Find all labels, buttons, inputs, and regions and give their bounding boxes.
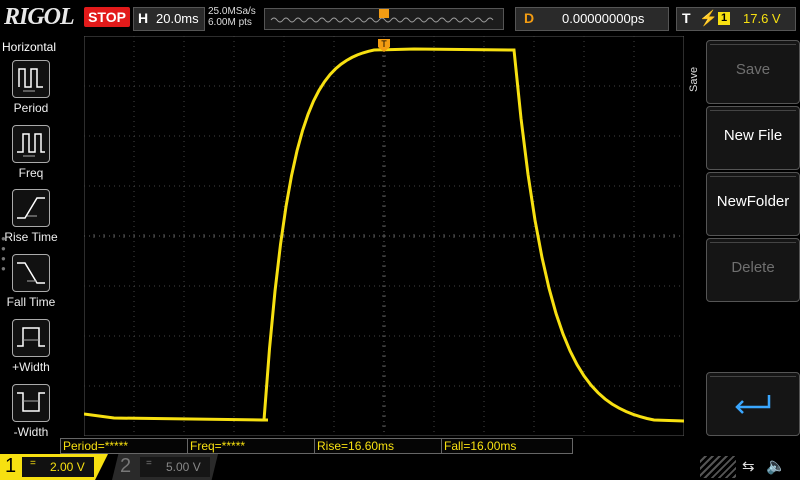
- measure-fall-result[interactable]: Fall=16.00ms: [441, 438, 573, 454]
- measure-period-button[interactable]: Period: [4, 60, 58, 122]
- trigger-marker-label: T: [381, 39, 387, 49]
- menu-title: Horizontal: [2, 40, 57, 54]
- new-folder-label: NewFolder: [716, 193, 790, 210]
- delay-box[interactable]: D 0.00000000ps: [515, 7, 669, 31]
- speaker-muted-icon[interactable]: 🔈: [766, 456, 786, 476]
- measurement-bar: Period=***** Freq=***** Rise=16.60ms Fal…: [60, 438, 800, 454]
- delay-value: 0.00000000ps: [562, 11, 645, 26]
- negative-width-label: -Width: [13, 425, 49, 439]
- fall-time-icon: [12, 254, 50, 292]
- channel-1-coupling: =: [30, 458, 36, 469]
- timebase-value: 20.0ms: [156, 11, 199, 26]
- channel-2-settings: = 5.00 V: [140, 457, 210, 477]
- waveform-grid: T1: [84, 36, 684, 436]
- return-button[interactable]: [706, 372, 800, 436]
- save-menu-title: Save: [688, 66, 700, 92]
- new-folder-button[interactable]: NewFolder: [706, 172, 800, 236]
- freq-label: Freq: [18, 166, 44, 180]
- memory-depth: 6.00M pts: [208, 17, 252, 28]
- channel-2-number: 2: [120, 455, 132, 477]
- channel-2-scale: 5.00 V: [166, 460, 201, 474]
- trigger-position-marker: [379, 9, 389, 18]
- measure-negative-width-button[interactable]: -Width: [4, 384, 58, 446]
- save-button[interactable]: Save: [706, 40, 800, 104]
- channel-2-coupling: =: [146, 458, 152, 469]
- channel-1-scale: 2.00 V: [50, 460, 85, 474]
- trigger-box[interactable]: T ⚡ 1 17.6 V: [676, 7, 796, 31]
- horizontal-label: H: [138, 10, 149, 26]
- measure-positive-width-button[interactable]: +Width: [4, 319, 58, 381]
- period-label: Period: [13, 101, 49, 115]
- channel-2-tab[interactable]: 2 = 5.00 V: [112, 454, 218, 480]
- delete-button[interactable]: Delete: [706, 238, 800, 302]
- delete-label: Delete: [731, 259, 775, 276]
- negative-width-icon: [12, 384, 50, 422]
- measure-freq-button[interactable]: Freq: [4, 125, 58, 187]
- memory-overview-strip: [264, 8, 504, 30]
- run-stop-indicator[interactable]: STOP: [84, 7, 130, 27]
- save-menu: Save Save New File NewFolder Delete: [686, 36, 800, 440]
- usb-icon: ⇆: [742, 458, 755, 475]
- memory-waveform-overview: [270, 9, 494, 23]
- rise-time-label: Rise Time: [4, 230, 58, 244]
- decorative-stripes: [700, 456, 736, 478]
- top-status-bar: RIGOL STOP H 20.0ms 25.0MSa/s 6.00M pts …: [0, 0, 800, 36]
- new-file-button[interactable]: New File: [706, 106, 800, 170]
- delay-label: D: [524, 10, 535, 26]
- trigger-source: 1: [718, 12, 730, 25]
- fall-time-label: Fall Time: [6, 295, 56, 309]
- timebase-box[interactable]: H 20.0ms: [133, 7, 205, 31]
- period-icon: [12, 60, 50, 98]
- channel-1-tab[interactable]: 1 = 2.00 V: [0, 454, 108, 480]
- save-button-label: Save: [735, 61, 771, 78]
- measure-fall-time-button[interactable]: Fall Time: [4, 254, 58, 316]
- horizontal-measure-menu: Horizontal Period Freq Rise Time Fall Ti…: [0, 36, 60, 440]
- measure-freq-result[interactable]: Freq=*****: [187, 438, 315, 454]
- measure-rise-result[interactable]: Rise=16.60ms: [314, 438, 442, 454]
- measure-rise-time-button[interactable]: Rise Time: [4, 189, 58, 251]
- return-icon: [735, 395, 771, 414]
- positive-width-icon: [12, 319, 50, 357]
- rising-edge-icon: ⚡: [699, 10, 718, 27]
- channel-bar: 1 = 2.00 V 2 = 5.00 V ⇆ 🔈: [0, 454, 800, 480]
- waveform-display[interactable]: T1: [84, 36, 684, 436]
- trigger-level: 17.6 V: [743, 11, 781, 26]
- channel-1-settings: = 2.00 V: [22, 457, 94, 477]
- positive-width-label: +Width: [12, 360, 50, 374]
- acquisition-info: 25.0MSa/s 6.00M pts: [208, 6, 256, 28]
- rigol-logo: RIGOL: [4, 4, 75, 30]
- freq-icon: [12, 125, 50, 163]
- channel-1-number: 1: [5, 455, 17, 477]
- new-file-label: New File: [723, 127, 783, 144]
- measure-period-result[interactable]: Period=*****: [60, 438, 188, 454]
- sample-rate: 25.0MSa/s: [208, 6, 256, 17]
- menu-page-dots: ● ● ● ●: [1, 234, 6, 273]
- trigger-label: T: [682, 10, 691, 26]
- rise-time-icon: [12, 189, 50, 227]
